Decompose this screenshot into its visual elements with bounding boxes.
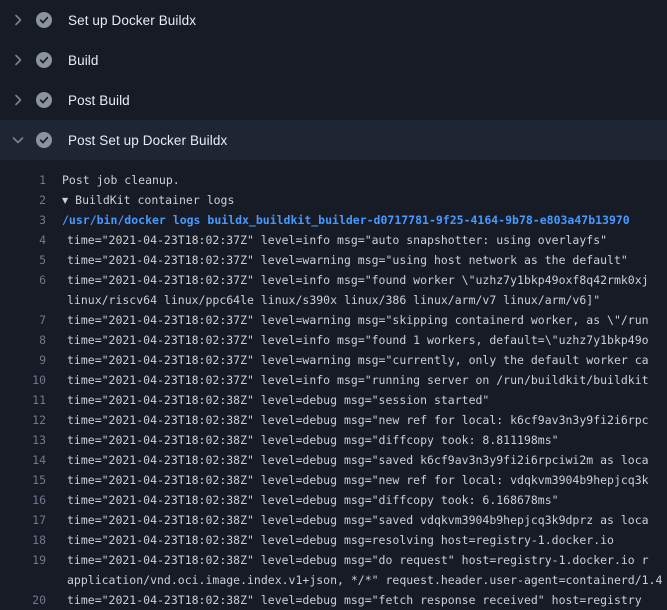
line-number[interactable]: 2 <box>0 190 46 210</box>
log-line: 12 time="2021-04-23T18:02:38Z" level=deb… <box>0 410 667 430</box>
line-text: time="2021-04-23T18:02:38Z" level=debug … <box>62 390 489 410</box>
log-line: application/vnd.oci.image.index.v1+json,… <box>0 570 667 590</box>
line-text: time="2021-04-23T18:02:37Z" level=warnin… <box>62 350 649 370</box>
line-text: time="2021-04-23T18:02:38Z" level=debug … <box>62 490 559 510</box>
line-number[interactable]: 4 <box>0 230 46 250</box>
line-number[interactable]: 17 <box>0 510 46 530</box>
line-number[interactable]: 6 <box>0 270 46 290</box>
chevron-icon <box>10 92 26 108</box>
actions-log-viewer: Set up Docker Buildx Build P <box>0 0 667 610</box>
step-header-build[interactable]: Build <box>0 40 667 80</box>
line-number[interactable]: 8 <box>0 330 46 350</box>
log-line: 18 time="2021-04-23T18:02:38Z" level=deb… <box>0 530 667 550</box>
line-text: time="2021-04-23T18:02:37Z" level=info m… <box>62 230 607 250</box>
line-number[interactable]: 7 <box>0 310 46 330</box>
chevron-icon <box>10 132 26 148</box>
chevron-icon <box>10 52 26 68</box>
line-text: time="2021-04-23T18:02:38Z" level=debug … <box>62 430 559 450</box>
line-text: /usr/bin/docker logs buildx_buildkit_bui… <box>62 210 630 230</box>
check-circle-icon <box>36 12 52 28</box>
line-text: time="2021-04-23T18:02:38Z" level=debug … <box>62 450 649 470</box>
line-number[interactable] <box>0 570 46 590</box>
log-line: 19 time="2021-04-23T18:02:38Z" level=deb… <box>0 550 667 570</box>
log-line: 11 time="2021-04-23T18:02:38Z" level=deb… <box>0 390 667 410</box>
line-text: Post job cleanup. <box>62 170 180 190</box>
line-text: time="2021-04-23T18:02:38Z" level=debug … <box>62 410 649 430</box>
log-line: 5 time="2021-04-23T18:02:37Z" level=warn… <box>0 250 667 270</box>
line-number[interactable]: 3 <box>0 210 46 230</box>
line-text: linux/riscv64 linux/ppc64le linux/s390x … <box>62 290 600 310</box>
log-line: 14 time="2021-04-23T18:02:38Z" level=deb… <box>0 450 667 470</box>
line-text: application/vnd.oci.image.index.v1+json,… <box>62 570 662 590</box>
step-header-set-up-docker-buildx[interactable]: Set up Docker Buildx <box>0 0 667 40</box>
step-name: Post Set up Docker Buildx <box>68 133 227 148</box>
log-line: linux/riscv64 linux/ppc64le linux/s390x … <box>0 290 667 310</box>
log-line: 16 time="2021-04-23T18:02:38Z" level=deb… <box>0 490 667 510</box>
log-line: 3 /usr/bin/docker logs buildx_buildkit_b… <box>0 210 667 230</box>
line-text: time="2021-04-23T18:02:38Z" level=debug … <box>62 590 642 610</box>
log-line: 8 time="2021-04-23T18:02:37Z" level=info… <box>0 330 667 350</box>
line-number[interactable]: 18 <box>0 530 46 550</box>
log-line: 6 time="2021-04-23T18:02:37Z" level=info… <box>0 270 667 290</box>
step-name: Set up Docker Buildx <box>68 13 196 28</box>
check-circle-icon <box>36 132 52 148</box>
check-circle-icon <box>36 52 52 68</box>
log-line: 2 ▼ BuildKit container logs <box>0 190 667 210</box>
line-number[interactable]: 1 <box>0 170 46 190</box>
log-area: 1 Post job cleanup. 2 ▼ BuildKit containe… <box>0 160 667 610</box>
line-number[interactable]: 12 <box>0 410 46 430</box>
line-number[interactable]: 19 <box>0 550 46 570</box>
step-name: Build <box>68 53 99 68</box>
line-number[interactable]: 13 <box>0 430 46 450</box>
line-text: time="2021-04-23T18:02:38Z" level=debug … <box>62 550 649 570</box>
line-number[interactable]: 5 <box>0 250 46 270</box>
check-circle-icon <box>36 92 52 108</box>
step-list: Set up Docker Buildx Build P <box>0 0 667 160</box>
step-name: Post Build <box>68 93 130 108</box>
line-number[interactable]: 15 <box>0 470 46 490</box>
line-text: time="2021-04-23T18:02:37Z" level=info m… <box>62 330 649 350</box>
line-number[interactable]: 14 <box>0 450 46 470</box>
line-text: time="2021-04-23T18:02:38Z" level=debug … <box>62 470 649 490</box>
chevron-icon <box>10 12 26 28</box>
step-header-post-build[interactable]: Post Build <box>0 80 667 120</box>
line-number[interactable]: 20 <box>0 590 46 610</box>
line-text: time="2021-04-23T18:02:38Z" level=debug … <box>62 510 649 530</box>
line-text: ▼ BuildKit container logs <box>62 190 234 210</box>
log-line: 17 time="2021-04-23T18:02:38Z" level=deb… <box>0 510 667 530</box>
group-toggle-icon[interactable]: ▼ <box>62 191 68 210</box>
log-line: 13 time="2021-04-23T18:02:38Z" level=deb… <box>0 430 667 450</box>
log-line: 7 time="2021-04-23T18:02:37Z" level=warn… <box>0 310 667 330</box>
line-number[interactable]: 10 <box>0 370 46 390</box>
line-text: time="2021-04-23T18:02:37Z" level=warnin… <box>62 250 628 270</box>
line-number[interactable]: 9 <box>0 350 46 370</box>
log-line: 4 time="2021-04-23T18:02:37Z" level=info… <box>0 230 667 250</box>
log-line: 10 time="2021-04-23T18:02:37Z" level=inf… <box>0 370 667 390</box>
line-number[interactable]: 11 <box>0 390 46 410</box>
log-line: 15 time="2021-04-23T18:02:38Z" level=deb… <box>0 470 667 490</box>
line-text: time="2021-04-23T18:02:37Z" level=info m… <box>62 270 649 290</box>
line-text: time="2021-04-23T18:02:38Z" level=debug … <box>62 530 614 550</box>
line-number[interactable]: 16 <box>0 490 46 510</box>
line-number[interactable] <box>0 290 46 310</box>
log-line: 9 time="2021-04-23T18:02:37Z" level=warn… <box>0 350 667 370</box>
log-line: 1 Post job cleanup. <box>0 170 667 190</box>
line-text: time="2021-04-23T18:02:37Z" level=warnin… <box>62 310 649 330</box>
group-title: BuildKit container logs <box>75 193 234 207</box>
log-line: 20 time="2021-04-23T18:02:38Z" level=deb… <box>0 590 667 610</box>
step-header-post-set-up-docker-buildx[interactable]: Post Set up Docker Buildx <box>0 120 667 160</box>
line-text: time="2021-04-23T18:02:37Z" level=info m… <box>62 370 649 390</box>
